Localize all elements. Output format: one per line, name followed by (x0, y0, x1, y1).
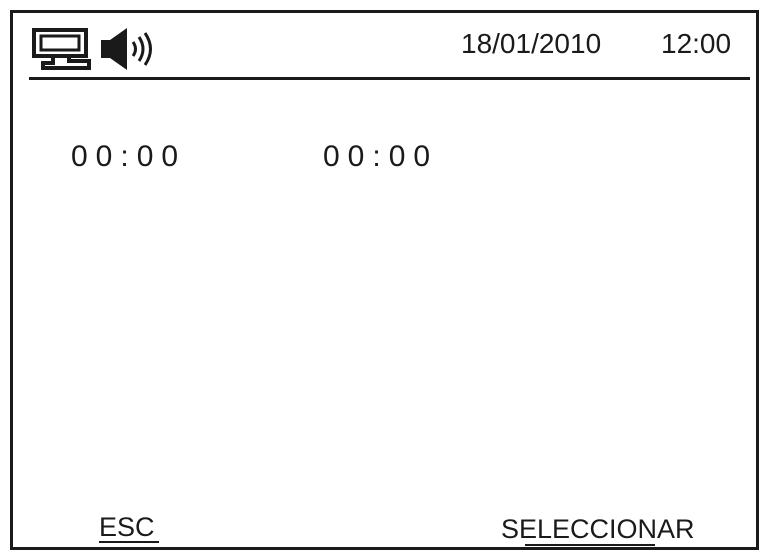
network-icon (32, 28, 91, 70)
select-softkey[interactable]: SELECCIONAR (501, 513, 695, 546)
date-display: 18/01/2010 (461, 28, 602, 59)
esc-softkey[interactable]: ESC (99, 513, 159, 543)
select-softkey-underline (525, 544, 655, 546)
time-display: 12:00 (661, 28, 732, 59)
status-divider (29, 77, 750, 80)
select-softkey-label: SELECCIONAR (501, 514, 695, 544)
speaker-icon (101, 28, 152, 70)
timer-value-second: 00:00 (323, 140, 439, 173)
timer-value-first: 00:00 (71, 140, 187, 173)
device-screen: 18/01/2010 12:00 00:00 00:00 ESC SELECCI… (10, 10, 759, 550)
status-bar: 18/01/2010 12:00 (13, 13, 756, 80)
